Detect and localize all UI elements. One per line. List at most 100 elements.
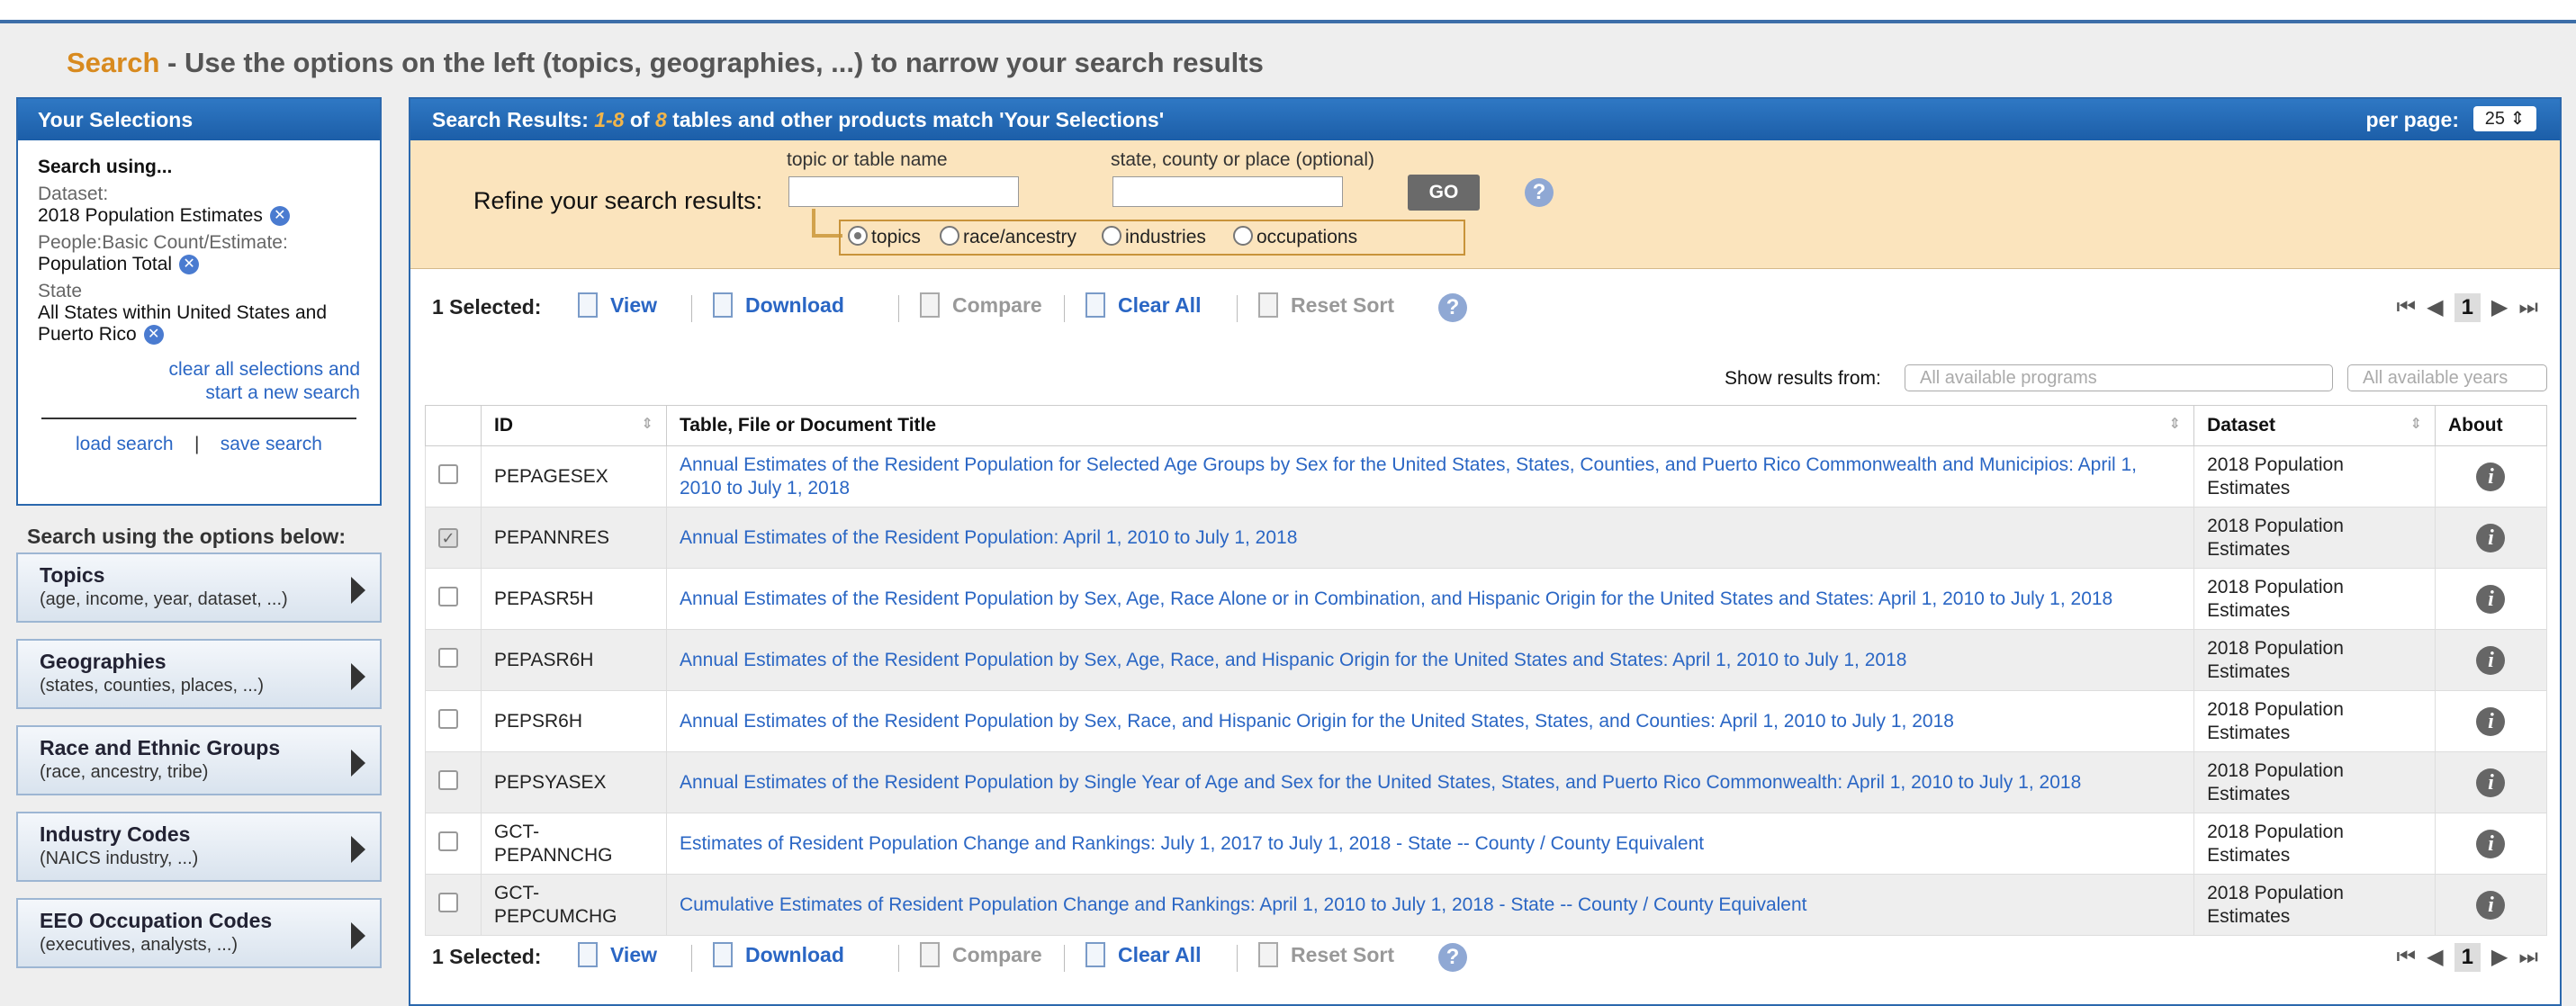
- results-toolbar-top: 1 Selected: View Download Compare Clear …: [410, 281, 2560, 335]
- radio-icon: [1102, 226, 1121, 247]
- row-checkbox[interactable]: [438, 769, 458, 790]
- current-page[interactable]: 1: [2454, 943, 2481, 972]
- table-row: PEPASR5H Annual Estimates of the Resident…: [425, 568, 2548, 630]
- go-button[interactable]: GO: [1408, 175, 1480, 211]
- option-industry-codes[interactable]: Industry Codes (NAICS industry, ...): [16, 812, 382, 882]
- view-icon: [578, 941, 598, 967]
- compare-button[interactable]: Compare: [920, 941, 1042, 969]
- compare-button[interactable]: Compare: [920, 292, 1042, 319]
- row-checkbox[interactable]: ✓: [438, 527, 458, 548]
- radio-race-ancestry[interactable]: race/ancestry: [940, 226, 1076, 248]
- row-title-link[interactable]: Annual Estimates of the Resident Populat…: [680, 588, 2112, 609]
- radio-occupations[interactable]: occupations: [1233, 226, 1357, 248]
- row-title-cell: Annual Estimates of the Resident Populat…: [665, 690, 2195, 752]
- selection-label-state: State: [38, 281, 83, 301]
- row-dataset: 2018 Population Estimates: [2193, 874, 2436, 936]
- row-title-link[interactable]: Estimates of Resident Population Change …: [680, 833, 1704, 854]
- clear-all-selections-link[interactable]: clear all selections and start a new sear…: [38, 358, 360, 405]
- row-checkbox[interactable]: [438, 831, 458, 851]
- prev-page-icon[interactable]: ◀: [2427, 944, 2443, 970]
- table-row: PEPAGESEX Annual Estimates of the Residen…: [425, 445, 2548, 507]
- row-checkbox[interactable]: [438, 647, 458, 668]
- toolbar-help-icon[interactable]: ?: [1438, 293, 1467, 322]
- option-race-ethnic-groups[interactable]: Race and Ethnic Groups (race, ancestry, t…: [16, 725, 382, 795]
- info-icon[interactable]: i: [2476, 890, 2506, 920]
- reset-sort-button[interactable]: Reset Sort: [1258, 941, 1394, 969]
- geo-search-input[interactable]: [1112, 176, 1343, 207]
- info-icon[interactable]: i: [2476, 706, 2506, 736]
- refine-help-icon[interactable]: ?: [1525, 178, 1554, 207]
- row-title-link[interactable]: Annual Estimates of the Resident Populat…: [680, 527, 1297, 548]
- radio-topics[interactable]: topics: [848, 226, 921, 248]
- sort-icon[interactable]: ⇕: [642, 415, 653, 433]
- table-header-row: ID ⇕ Table, File or Document Title ⇕ Datas…: [425, 405, 2548, 446]
- sort-icon[interactable]: ⇕: [2410, 415, 2422, 433]
- selection-label-people: People:Basic Count/Estimate:: [38, 232, 288, 253]
- option-eeo-occupation-codes[interactable]: EEO Occupation Codes (executives, analyst…: [16, 898, 382, 968]
- info-icon[interactable]: i: [2476, 584, 2506, 614]
- info-icon[interactable]: i: [2476, 829, 2506, 858]
- info-icon[interactable]: i: [2476, 462, 2506, 491]
- toolbar-help-icon[interactable]: ?: [1438, 943, 1467, 972]
- option-geographies[interactable]: Geographies (states, counties, places, ..…: [16, 639, 382, 709]
- save-search-link[interactable]: save search: [221, 434, 322, 454]
- years-select[interactable]: All available years: [2347, 364, 2547, 391]
- download-label: Download: [745, 293, 844, 317]
- option-topics[interactable]: Topics (age, income, year, dataset, ...): [16, 552, 382, 623]
- row-title-link[interactable]: Annual Estimates of the Resident Populat…: [680, 711, 1954, 732]
- compare-icon: [920, 292, 940, 318]
- remove-people-icon[interactable]: ✕: [179, 255, 200, 275]
- row-title-link[interactable]: Annual Estimates of the Resident Populat…: [680, 772, 2081, 793]
- current-page[interactable]: 1: [2454, 293, 2481, 322]
- row-checkbox[interactable]: [438, 708, 458, 729]
- info-icon[interactable]: i: [2476, 645, 2506, 675]
- prev-page-icon[interactable]: ◀: [2427, 294, 2443, 320]
- info-icon[interactable]: i: [2476, 523, 2506, 552]
- clear-all-label: Clear All: [1118, 943, 1202, 966]
- reset-sort-button[interactable]: Reset Sort: [1258, 292, 1394, 319]
- show-results-from: Show results from: All available program…: [410, 363, 2560, 395]
- id-column-header[interactable]: ID ⇕: [480, 405, 667, 446]
- sort-icon[interactable]: ⇕: [2169, 415, 2181, 433]
- radio-icon: [1233, 226, 1253, 247]
- download-button[interactable]: Download: [713, 292, 844, 319]
- view-button[interactable]: View: [578, 941, 657, 969]
- per-page-select[interactable]: 25 ⇕: [2473, 106, 2536, 131]
- reset-sort-icon: [1258, 292, 1278, 318]
- load-search-link[interactable]: load search: [76, 434, 174, 454]
- radio-industries[interactable]: industries: [1102, 226, 1206, 248]
- programs-select[interactable]: All available programs: [1905, 364, 2333, 391]
- download-button[interactable]: Download: [713, 941, 844, 969]
- last-page-icon[interactable]: ⏭: [2518, 945, 2538, 970]
- clear-all-button[interactable]: Clear All: [1085, 292, 1201, 319]
- row-title-link[interactable]: Cumulative Estimates of Resident Populat…: [680, 894, 1807, 915]
- results-total: 8: [655, 108, 667, 131]
- row-dataset: 2018 Population Estimates: [2193, 507, 2436, 569]
- row-checkbox[interactable]: [438, 586, 458, 606]
- download-label: Download: [745, 943, 844, 966]
- dataset-column-header[interactable]: Dataset ⇕: [2193, 405, 2436, 446]
- clear-all-button[interactable]: Clear All: [1085, 941, 1202, 969]
- row-title-link[interactable]: Annual Estimates of the Resident Populat…: [680, 650, 1906, 670]
- topic-search-input[interactable]: [788, 176, 1019, 207]
- row-checkbox[interactable]: [438, 892, 458, 912]
- first-page-icon[interactable]: ⏮: [2396, 295, 2416, 320]
- next-page-icon[interactable]: ▶: [2491, 294, 2508, 320]
- option-subtitle: (states, counties, places, ...): [40, 676, 264, 696]
- view-button[interactable]: View: [578, 292, 657, 319]
- remove-state-icon[interactable]: ✕: [143, 325, 164, 346]
- row-about-cell: i: [2434, 629, 2548, 691]
- expand-arrow-icon: [351, 750, 365, 777]
- next-page-icon[interactable]: ▶: [2491, 944, 2508, 970]
- row-id: PEPASR5H: [480, 568, 667, 630]
- info-icon[interactable]: i: [2476, 768, 2506, 797]
- last-page-icon[interactable]: ⏭: [2518, 295, 2538, 320]
- remove-dataset-icon[interactable]: ✕: [269, 206, 290, 227]
- first-page-icon[interactable]: ⏮: [2396, 945, 2416, 970]
- view-label: View: [610, 293, 657, 317]
- title-column-header[interactable]: Table, File or Document Title ⇕: [665, 405, 2195, 446]
- row-title-link[interactable]: Annual Estimates of the Resident Populat…: [680, 454, 2137, 499]
- results-of: of: [624, 108, 655, 131]
- row-checkbox[interactable]: [438, 463, 458, 484]
- toolbar-separator: [691, 945, 692, 972]
